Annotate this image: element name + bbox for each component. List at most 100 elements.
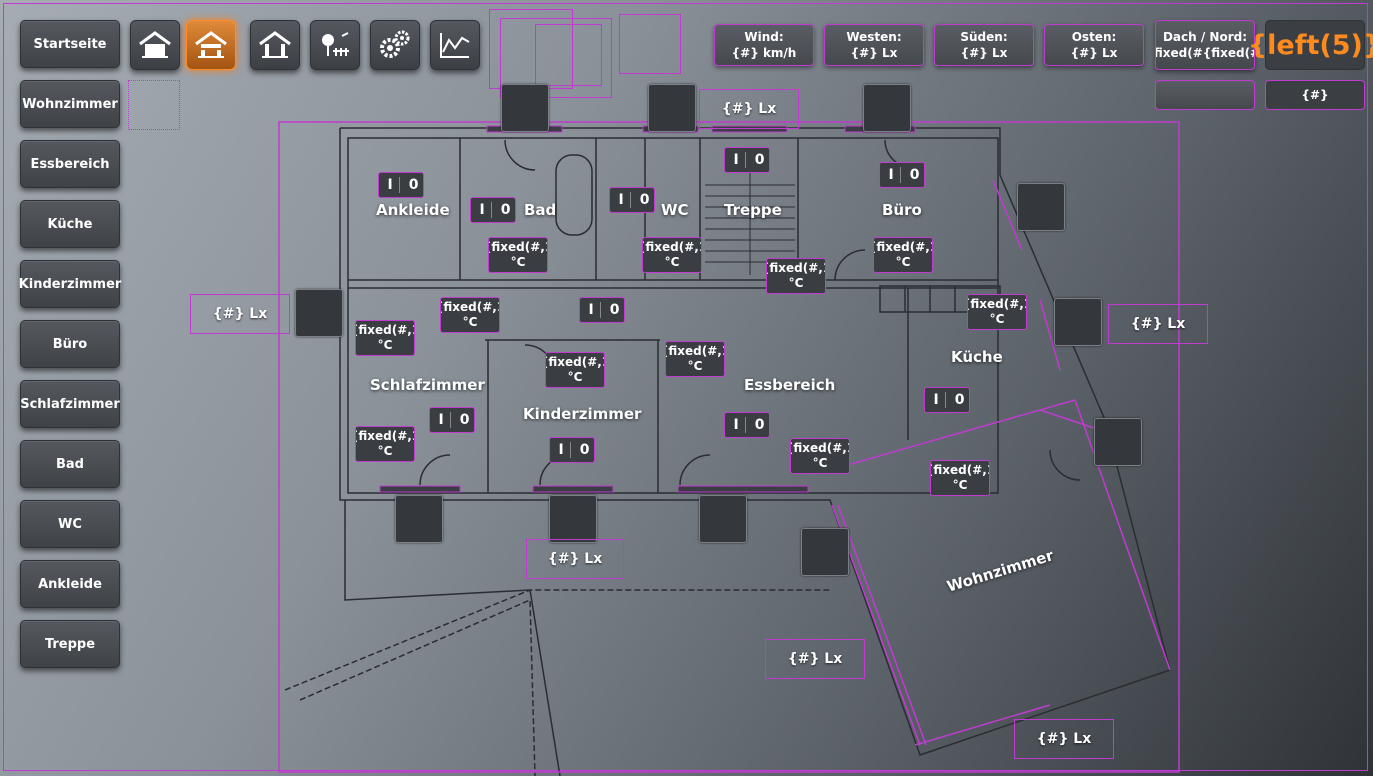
- settings-button[interactable]: [370, 20, 420, 70]
- nav-treppe[interactable]: Treppe: [20, 620, 120, 668]
- temp-schlafzimmer-1: {fixed(#,1°C: [355, 320, 415, 356]
- lux-readout-south: {#} Lx: [526, 539, 624, 579]
- switch-on[interactable]: I: [730, 152, 746, 168]
- south-sensor: Süden: {#} Lx: [934, 24, 1034, 66]
- garden-icon: [322, 32, 349, 56]
- switch-on[interactable]: I: [930, 392, 946, 408]
- nav-wc[interactable]: WC: [20, 500, 120, 548]
- temp-wc: {fixed(#,1°C: [642, 237, 702, 273]
- switch-off[interactable]: 0: [640, 192, 650, 208]
- switch-off[interactable]: 0: [755, 152, 765, 168]
- temp-value: {fixed(#,1: [666, 344, 724, 358]
- temp-value: {fixed(#,1: [874, 240, 932, 254]
- room-label-ankleide: Ankleide: [376, 201, 450, 219]
- room-label-treppe: Treppe: [724, 201, 782, 219]
- garden-button[interactable]: [310, 20, 360, 70]
- switch-on[interactable]: I: [435, 412, 451, 428]
- switch-off[interactable]: 0: [409, 177, 419, 193]
- shutter-button-essbereich[interactable]: [699, 495, 747, 543]
- temp-value: {fixed(#,1: [791, 441, 849, 455]
- house-button[interactable]: [130, 20, 180, 70]
- temp-value: {fixed(#,1: [968, 297, 1026, 311]
- nav-ankleide[interactable]: Ankleide: [20, 560, 120, 608]
- chart-button[interactable]: [430, 20, 480, 70]
- east-sensor: Osten: {#} Lx: [1044, 24, 1144, 66]
- light-switch-buero[interactable]: I0: [879, 162, 925, 188]
- nav-bad[interactable]: Bad: [20, 440, 120, 488]
- switch-on[interactable]: I: [555, 442, 571, 458]
- house-shade-button[interactable]: [186, 20, 236, 70]
- east-value: {#} Lx: [1070, 46, 1118, 60]
- shutter-button-wohnzimmer-south[interactable]: [801, 528, 849, 576]
- nav-essbereich[interactable]: Essbereich: [20, 140, 120, 188]
- light-switch-kueche[interactable]: I0: [924, 387, 970, 413]
- switch-off[interactable]: 0: [610, 302, 620, 318]
- switch-off[interactable]: 0: [955, 392, 965, 408]
- lux-readout-wohnzimmer-south: {#} Lx: [765, 639, 865, 679]
- switch-on[interactable]: I: [585, 302, 601, 318]
- temp-unit: °C: [462, 315, 478, 329]
- shutter-button-buero-east[interactable]: [1017, 183, 1065, 231]
- temp-bad: {fixed(#,1°C: [488, 237, 548, 273]
- light-switch-bad[interactable]: I0: [470, 197, 516, 223]
- switch-on[interactable]: I: [885, 167, 901, 183]
- house-open-icon: [259, 31, 291, 58]
- temp-kinderzimmer: {fixed(#,1°C: [545, 352, 605, 388]
- shutter-button-wohnzimmer-east[interactable]: [1094, 418, 1142, 466]
- nav-schlafzimmer[interactable]: Schlafzimmer: [20, 380, 120, 428]
- light-switch-flur[interactable]: I0: [579, 297, 625, 323]
- switch-on[interactable]: I: [730, 417, 746, 433]
- placeholder-frame: [128, 80, 180, 130]
- temp-unit: °C: [952, 478, 968, 492]
- light-switch-schlafzimmer[interactable]: I0: [429, 407, 475, 433]
- switch-off[interactable]: 0: [460, 412, 470, 428]
- room-label-buero: Büro: [882, 201, 922, 219]
- light-switch-wc[interactable]: I0: [609, 187, 655, 213]
- temp-essbereich-1: {fixed(#,1°C: [665, 341, 725, 377]
- nav-startseite[interactable]: Startseite: [20, 20, 120, 68]
- lux-readout-wohnzimmer-east: {#} Lx: [1014, 719, 1114, 759]
- temp-unit: °C: [510, 255, 526, 269]
- light-switch-kinderzimmer[interactable]: I0: [549, 437, 595, 463]
- shutter-button-wc[interactable]: [648, 84, 696, 132]
- temp-unit: °C: [895, 255, 911, 269]
- temp-unit: °C: [812, 456, 828, 470]
- gears-icon: [380, 30, 410, 58]
- shutter-button-kueche[interactable]: [1054, 298, 1102, 346]
- switch-off[interactable]: 0: [910, 167, 920, 183]
- light-switch-essbereich[interactable]: I0: [724, 412, 770, 438]
- east-label: Osten:: [1071, 30, 1117, 44]
- room-label-wc: WC: [661, 201, 689, 219]
- switch-off[interactable]: 0: [580, 442, 590, 458]
- wind-value: {#} km/h: [731, 46, 797, 60]
- shutter-button-kinderzimmer[interactable]: [549, 495, 597, 543]
- shutter-button-bad[interactable]: [501, 84, 549, 132]
- shutter-button-schlafzimmer-west[interactable]: [295, 289, 343, 337]
- nav-kueche[interactable]: Küche: [20, 200, 120, 248]
- shutter-button-buero[interactable]: [863, 84, 911, 132]
- temp-essbereich-2: {fixed(#,1°C: [790, 438, 850, 474]
- switch-on[interactable]: I: [384, 177, 400, 193]
- temp-unit: °C: [989, 312, 1005, 326]
- nav-buero[interactable]: Büro: [20, 320, 120, 368]
- light-switch-ankleide[interactable]: I0: [378, 172, 424, 198]
- nav-kinderzimmer[interactable]: Kinderzimmer: [19, 260, 121, 308]
- roof-value: {fixed(#{fixed(#,: [1156, 46, 1254, 60]
- roof-label: Dach / Nord:: [1162, 30, 1248, 44]
- nav-wohnzimmer[interactable]: Wohnzimmer: [20, 80, 120, 128]
- west-value: {#} Lx: [850, 46, 898, 60]
- switch-on[interactable]: I: [476, 202, 492, 218]
- west-sensor: Westen: {#} Lx: [824, 24, 924, 66]
- switch-off[interactable]: 0: [501, 202, 511, 218]
- light-switch-treppe[interactable]: I0: [724, 147, 770, 173]
- switch-off[interactable]: 0: [755, 417, 765, 433]
- placeholder-frame: [535, 24, 602, 86]
- temp-value: {fixed(#,1: [441, 300, 499, 314]
- house-open-button[interactable]: [250, 20, 300, 70]
- shutter-button-schlafzimmer-south[interactable]: [395, 495, 443, 543]
- temp-unit: °C: [567, 370, 583, 384]
- temp-value: {fixed(#,1: [356, 429, 414, 443]
- room-label-essbereich: Essbereich: [744, 376, 836, 394]
- chart-icon: [440, 33, 470, 58]
- switch-on[interactable]: I: [615, 192, 631, 208]
